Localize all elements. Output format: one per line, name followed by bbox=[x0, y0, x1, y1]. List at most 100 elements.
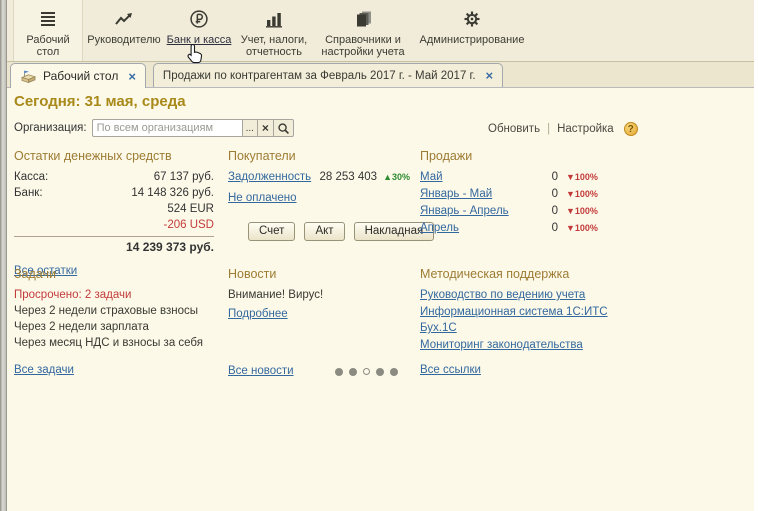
cash-row: -206 USD bbox=[14, 217, 214, 233]
news-footer: Все новости bbox=[228, 363, 398, 380]
task-item: Через 2 недели страховые взносы bbox=[14, 303, 229, 319]
cash-row-value: 67 137 руб. bbox=[154, 169, 214, 185]
cash-row: Банк: 14 148 326 руб. bbox=[14, 185, 214, 201]
sales-row: Январь - Май 0 ▼100% bbox=[420, 186, 606, 203]
nav-item-label: Учет, налоги, отчетность bbox=[233, 34, 315, 58]
tab-label: Рабочий стол bbox=[43, 69, 118, 83]
cash-row: 524 EUR bbox=[14, 201, 214, 217]
sales-period-link[interactable]: Апрель bbox=[420, 220, 459, 237]
organization-picker-button[interactable]: ... bbox=[242, 119, 258, 137]
support-link[interactable]: Бух.1С bbox=[420, 320, 645, 337]
nav-item-accounting-taxes[interactable]: Учет, налоги, отчетность bbox=[233, 0, 315, 61]
section-tasks: Задачи Просрочено: 2 задачи Через 2 неде… bbox=[14, 266, 229, 379]
debt-delta: ▲30% bbox=[383, 169, 410, 185]
unpaid-link[interactable]: Не оплачено bbox=[228, 190, 297, 207]
section-buyers: Покупатели Задолженность 28 253 403 ▲30%… bbox=[228, 148, 410, 241]
section-method-support: Методическая поддержка Руководство по ве… bbox=[420, 266, 645, 379]
debt-link[interactable]: Задолженность bbox=[228, 169, 311, 186]
settings-button[interactable]: Настройка bbox=[557, 123, 614, 135]
window-edge-left bbox=[0, 0, 7, 511]
sales-row: Январь - Апрель 0 ▼100% bbox=[420, 203, 606, 220]
news-pagination-dot[interactable] bbox=[349, 368, 357, 376]
organization-input[interactable] bbox=[92, 119, 242, 137]
tab-label: Продажи по контрагентам за Февраль 2017 … bbox=[163, 70, 476, 82]
all-links-link[interactable]: Все ссылки bbox=[420, 362, 645, 379]
cash-row-value: 14 148 326 руб. bbox=[131, 185, 214, 201]
news-headline: Внимание! Вирус! bbox=[228, 287, 398, 304]
tab-desktop[interactable]: Рабочий стол × bbox=[10, 63, 146, 88]
sales-period-link[interactable]: Январь - Апрель bbox=[420, 203, 509, 220]
all-news-link[interactable]: Все новости bbox=[228, 363, 294, 380]
section-title: Новости bbox=[228, 266, 398, 283]
nav-item-desktop[interactable]: Рабочий стол bbox=[13, 0, 83, 61]
section-title: Продажи bbox=[420, 148, 606, 165]
sales-value: 0 bbox=[552, 186, 558, 203]
sales-delta: ▼100% bbox=[566, 186, 606, 203]
support-link[interactable]: Руководство по ведению учета bbox=[420, 287, 645, 304]
unpaid-row: Не оплачено bbox=[228, 190, 410, 207]
window-edge-right bbox=[754, 0, 758, 511]
overdue-tasks: Просрочено: 2 задачи bbox=[14, 287, 229, 303]
invoice-button[interactable]: Счет bbox=[248, 222, 295, 241]
cash-total: 14 239 373 руб. bbox=[14, 239, 214, 256]
cash-row-label: Банк: bbox=[14, 185, 43, 201]
section-cash-balances: Остатки денежных средств Касса: 67 137 р… bbox=[14, 148, 214, 280]
all-tasks-link[interactable]: Все задачи bbox=[14, 362, 74, 379]
total-divider bbox=[14, 236, 214, 237]
sales-delta: ▼100% bbox=[566, 203, 606, 220]
nav-item-administration[interactable]: Администрирование bbox=[411, 0, 533, 61]
nav-item-label: Справочники и настройки учета bbox=[315, 34, 411, 58]
sales-value: 0 bbox=[552, 169, 558, 186]
help-icon[interactable]: ? bbox=[624, 122, 638, 136]
organization-filter: Организация: ... × bbox=[14, 119, 294, 137]
news-pagination-dot[interactable] bbox=[335, 368, 343, 376]
nav-item-bank-cash[interactable]: Банк и касса bbox=[165, 0, 233, 61]
desk-icon bbox=[20, 69, 37, 84]
sales-delta: ▼100% bbox=[566, 220, 606, 237]
trend-chart-icon bbox=[112, 8, 136, 30]
refresh-button[interactable]: Обновить bbox=[488, 123, 540, 135]
news-pagination bbox=[335, 368, 398, 376]
stacked-docs-icon bbox=[352, 8, 374, 30]
clear-icon[interactable]: × bbox=[258, 119, 274, 137]
desktop-content: Сегодня: 31 мая, среда Организация: ... … bbox=[7, 88, 754, 511]
top-navigation: Рабочий стол Руководителю Банк и касса У… bbox=[7, 0, 754, 62]
news-pagination-dot-active[interactable] bbox=[363, 368, 370, 375]
tab-bar: Рабочий стол × Продажи по контрагентам з… bbox=[7, 62, 754, 88]
support-link[interactable]: Мониторинг законодательства bbox=[420, 337, 645, 354]
actions-divider: | bbox=[547, 123, 550, 135]
ruble-circle-icon bbox=[189, 8, 209, 30]
act-button[interactable]: Акт bbox=[304, 222, 344, 241]
news-pagination-dot[interactable] bbox=[390, 368, 398, 376]
cash-row-label: Касса: bbox=[14, 169, 48, 185]
cash-row: Касса: 67 137 руб. bbox=[14, 169, 214, 185]
sales-period-link[interactable]: Январь - Май bbox=[420, 186, 492, 203]
section-title: Методическая поддержка bbox=[420, 266, 645, 283]
tab-close-icon[interactable]: × bbox=[486, 69, 494, 82]
menu-lines-icon bbox=[37, 8, 59, 30]
news-pagination-dot[interactable] bbox=[376, 368, 384, 376]
sales-delta: ▼100% bbox=[566, 169, 606, 186]
nav-item-label: Руководителю bbox=[87, 34, 160, 46]
news-more-link[interactable]: Подробнее bbox=[228, 306, 288, 323]
sales-row: Апрель 0 ▼100% bbox=[420, 220, 606, 237]
section-title: Покупатели bbox=[228, 148, 410, 165]
nav-item-manager[interactable]: Руководителю bbox=[83, 0, 165, 61]
page-title: Сегодня: 31 мая, среда bbox=[14, 93, 186, 110]
sales-period-link[interactable]: Май bbox=[420, 169, 443, 186]
sales-row: Май 0 ▼100% bbox=[420, 169, 606, 186]
debt-value: 28 253 403 bbox=[320, 169, 378, 185]
section-title: Остатки денежных средств bbox=[14, 148, 214, 165]
nav-item-label: Администрирование bbox=[420, 34, 525, 46]
bar-chart-icon bbox=[263, 8, 285, 30]
task-item: Через 2 недели зарплата bbox=[14, 319, 229, 335]
tab-close-icon[interactable]: × bbox=[128, 70, 136, 83]
search-icon[interactable] bbox=[274, 119, 294, 137]
cash-row-value: 524 EUR bbox=[167, 201, 214, 217]
support-link[interactable]: Информационная система 1С:ИТС bbox=[420, 304, 645, 321]
document-buttons: Счет Акт Накладная bbox=[248, 222, 410, 241]
header-actions: Обновить | Настройка ? bbox=[488, 122, 638, 136]
nav-item-references-settings[interactable]: Справочники и настройки учета bbox=[315, 0, 411, 61]
tab-sales-report[interactable]: Продажи по контрагентам за Февраль 2017 … bbox=[153, 63, 503, 87]
organization-label: Организация: bbox=[14, 122, 87, 134]
